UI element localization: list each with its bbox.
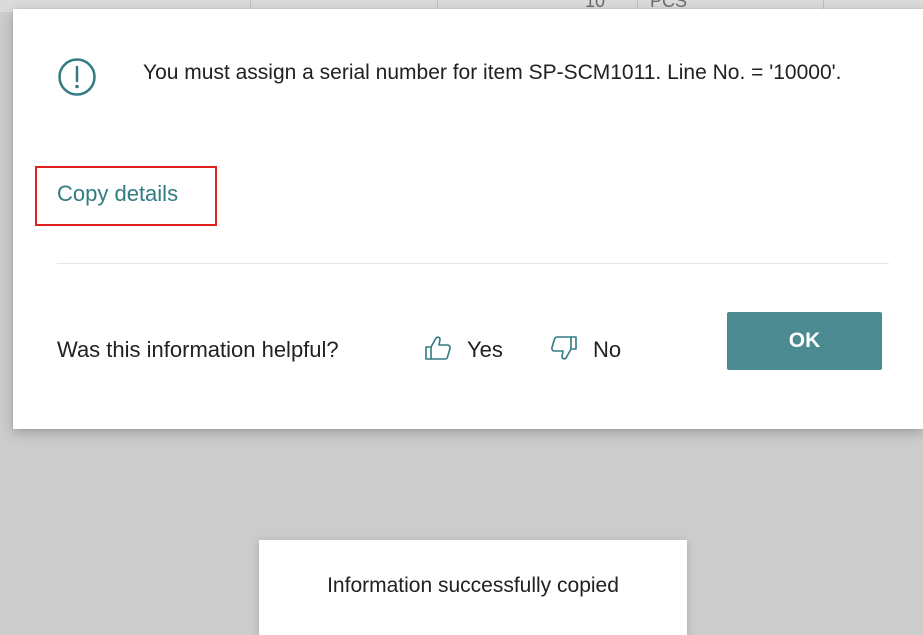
feedback-yes-button[interactable]: Yes <box>423 335 503 365</box>
thumbs-down-icon <box>549 334 579 367</box>
copy-details-link[interactable]: Copy details <box>57 181 178 207</box>
error-message: You must assign a serial number for item… <box>143 61 842 84</box>
ok-button[interactable]: OK <box>727 312 882 370</box>
toast-message: Information successfully copied <box>327 574 619 597</box>
feedback-yes-label: Yes <box>467 337 503 362</box>
feedback-no-label: No <box>593 337 622 362</box>
divider <box>57 263 889 264</box>
error-dialog: You must assign a serial number for item… <box>13 9 923 429</box>
exclamation-circle-icon <box>57 57 97 97</box>
feedback-no-button[interactable]: No <box>549 335 621 365</box>
toast-notification: Information successfully copied <box>259 540 687 635</box>
thumbs-up-icon <box>423 334 453 367</box>
feedback-question: Was this information helpful? <box>57 337 339 362</box>
